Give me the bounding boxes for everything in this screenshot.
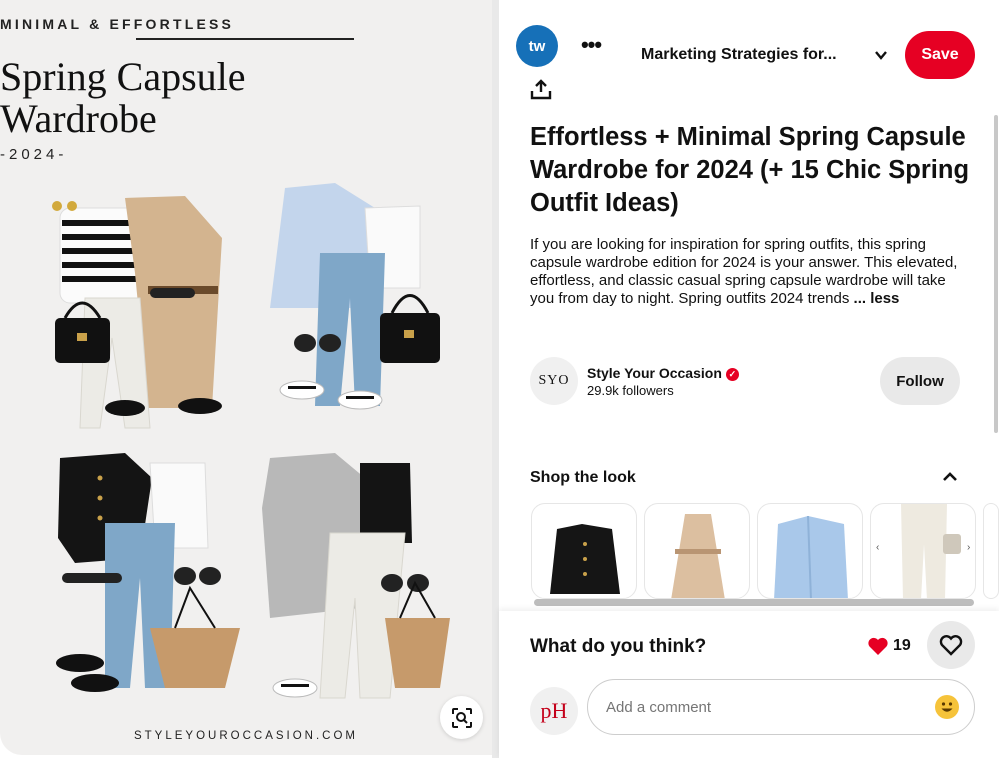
outfit-4 [262, 453, 450, 699]
shop-heading: Shop the look [530, 469, 636, 486]
outfit-collage [52, 183, 450, 699]
comment-input[interactable] [587, 679, 975, 735]
outfit-3 [56, 453, 240, 692]
outfit-2 [270, 183, 440, 410]
reaction-count: 19 [893, 637, 911, 654]
pane-divider [492, 0, 499, 758]
product-image [550, 524, 620, 594]
pin-title: Effortless + Minimal Spring Capsule Ward… [530, 123, 970, 217]
reactions[interactable]: 19 [867, 636, 911, 656]
more-options-icon[interactable]: ••• [579, 34, 603, 57]
share-icon[interactable] [529, 78, 553, 102]
pin-kicker: MINIMAL & EFFORTLESS [0, 16, 235, 32]
shop-item[interactable]: ‹ › [870, 503, 976, 599]
save-button[interactable]: Save [905, 31, 975, 79]
pin-title-line2: Wardrobe [0, 96, 157, 141]
svg-text:‹: ‹ [876, 542, 879, 553]
emoji-icon[interactable] [935, 695, 959, 719]
pin-title-line1: Spring Capsule [0, 54, 246, 99]
shop-scrollbar[interactable] [534, 599, 974, 606]
smiley-face [941, 702, 953, 712]
shop-item[interactable] [531, 503, 637, 599]
shop-item[interactable] [757, 503, 863, 599]
creator-name-row[interactable]: Style Your Occasion ✓ [587, 365, 739, 381]
outfit-1 [52, 196, 222, 429]
verified-icon: ✓ [725, 367, 739, 381]
user-avatar[interactable]: pH [530, 687, 578, 735]
product-image: ‹ › [876, 504, 970, 598]
board-avatar[interactable]: tw [516, 25, 558, 67]
vertical-scrollbar[interactable] [994, 115, 998, 433]
product-image [774, 515, 848, 598]
product-image [671, 514, 725, 598]
pin-details-panel: tw ••• Marketing Strategies for... Save … [499, 0, 999, 758]
kicker-underline [136, 38, 354, 40]
heart-reaction-icon [868, 637, 888, 655]
pin-image[interactable]: MINIMAL & EFFORTLESS Spring Capsule Ward… [0, 0, 492, 755]
heart-outline-icon [939, 635, 963, 656]
react-button[interactable] [927, 621, 975, 669]
visual-search-button[interactable] [440, 696, 483, 739]
follow-button[interactable]: Follow [880, 357, 960, 405]
creator-avatar[interactable]: SYO [530, 357, 578, 405]
comment-bar: What do you think? 19 pH [499, 611, 999, 758]
shop-item[interactable] [983, 503, 999, 599]
visual-search-icon [451, 707, 472, 728]
svg-text:›: › [967, 542, 970, 553]
pin-site: STYLEYOUROCCASION.COM [133, 730, 359, 742]
pin-description: If you are looking for inspiration for s… [530, 236, 970, 308]
creator-name[interactable]: Style Your Occasion [587, 365, 722, 381]
shop-item[interactable] [644, 503, 750, 599]
pin-year: -2024- [0, 146, 68, 163]
chevron-down-icon[interactable] [871, 44, 891, 66]
chevron-up-icon[interactable] [939, 466, 961, 488]
less-link[interactable]: ... less [854, 290, 900, 307]
creator-followers: 29.9k followers [587, 383, 674, 398]
board-selector[interactable]: Marketing Strategies for... [641, 46, 851, 64]
comments-heading: What do you think? [530, 636, 707, 657]
